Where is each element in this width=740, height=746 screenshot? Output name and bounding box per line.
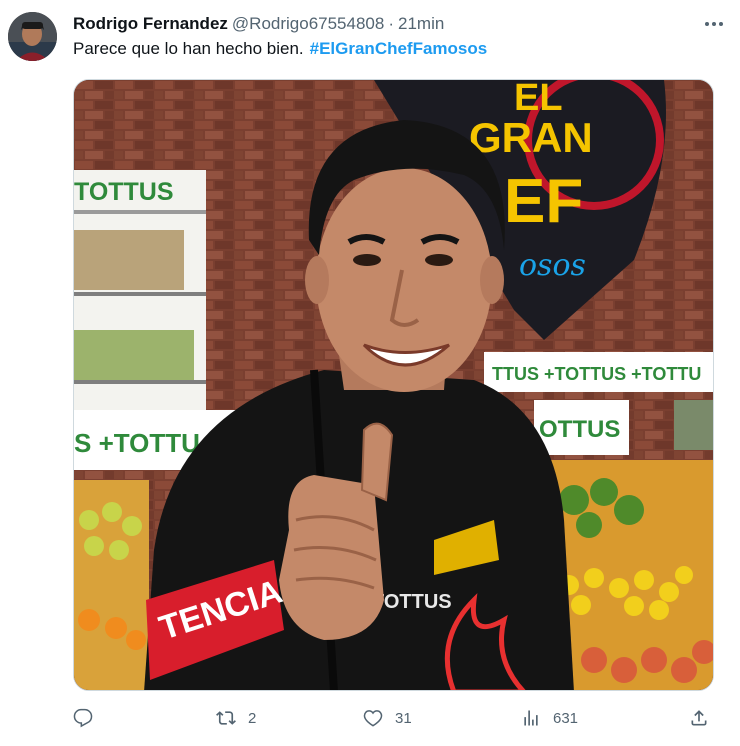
svg-text:S +TOTTU: S +TOTTU	[74, 428, 200, 458]
reply-icon	[73, 708, 93, 728]
heart-icon	[363, 710, 383, 727]
svg-text:osos: osos	[519, 248, 586, 283]
retweet-count: 2	[248, 709, 257, 727]
share-button[interactable]	[689, 708, 709, 728]
like-count: 31	[395, 709, 412, 727]
author-handle[interactable]: @Rodrigo67554808	[232, 14, 384, 34]
left-shelf: TOTTUS	[74, 170, 206, 410]
svg-text:EF: EF	[504, 167, 583, 236]
svg-text:TOTTUS: TOTTUS	[372, 591, 452, 613]
tweet-body: Parece que lo han hecho bien.	[73, 39, 304, 58]
share-icon	[691, 710, 707, 726]
retweet-icon	[216, 711, 236, 725]
views-icon	[524, 710, 538, 726]
tweet-text: Parece que lo han hecho bien. #ElGranChef…	[73, 39, 487, 59]
hashtag-link[interactable]: #ElGranChefFamosos	[310, 39, 488, 58]
svg-text:GRAN: GRAN	[469, 114, 593, 161]
svg-text:TTUS +TOTTUS +TOTTU: TTUS +TOTTUS +TOTTU	[492, 364, 701, 384]
like-button[interactable]: 31	[363, 708, 412, 728]
tweet-header: Rodrigo Fernandez @Rodrigo67554808 · 21m…	[73, 12, 728, 36]
tweet-actions: 2 31 631	[73, 708, 716, 734]
reply-button[interactable]	[73, 708, 93, 728]
retweet-button[interactable]: 2	[216, 708, 256, 728]
avatar[interactable]	[8, 12, 57, 61]
tweet[interactable]: Rodrigo Fernandez @Rodrigo67554808 · 21m…	[0, 0, 740, 746]
views-button[interactable]: 631	[521, 708, 578, 728]
views-count: 631	[553, 709, 579, 727]
author-name[interactable]: Rodrigo Fernandez	[73, 14, 228, 34]
svg-text:OTTUS: OTTUS	[539, 416, 620, 443]
timestamp[interactable]: 21min	[398, 14, 444, 34]
more-options-icon[interactable]	[702, 14, 726, 34]
svg-text:TOTTUS: TOTTUS	[74, 178, 174, 206]
tweet-photo[interactable]: EL GRAN EF osos TOTTUS S +TOTTU TTUS +TO…	[73, 79, 714, 691]
separator: ·	[388, 14, 395, 33]
